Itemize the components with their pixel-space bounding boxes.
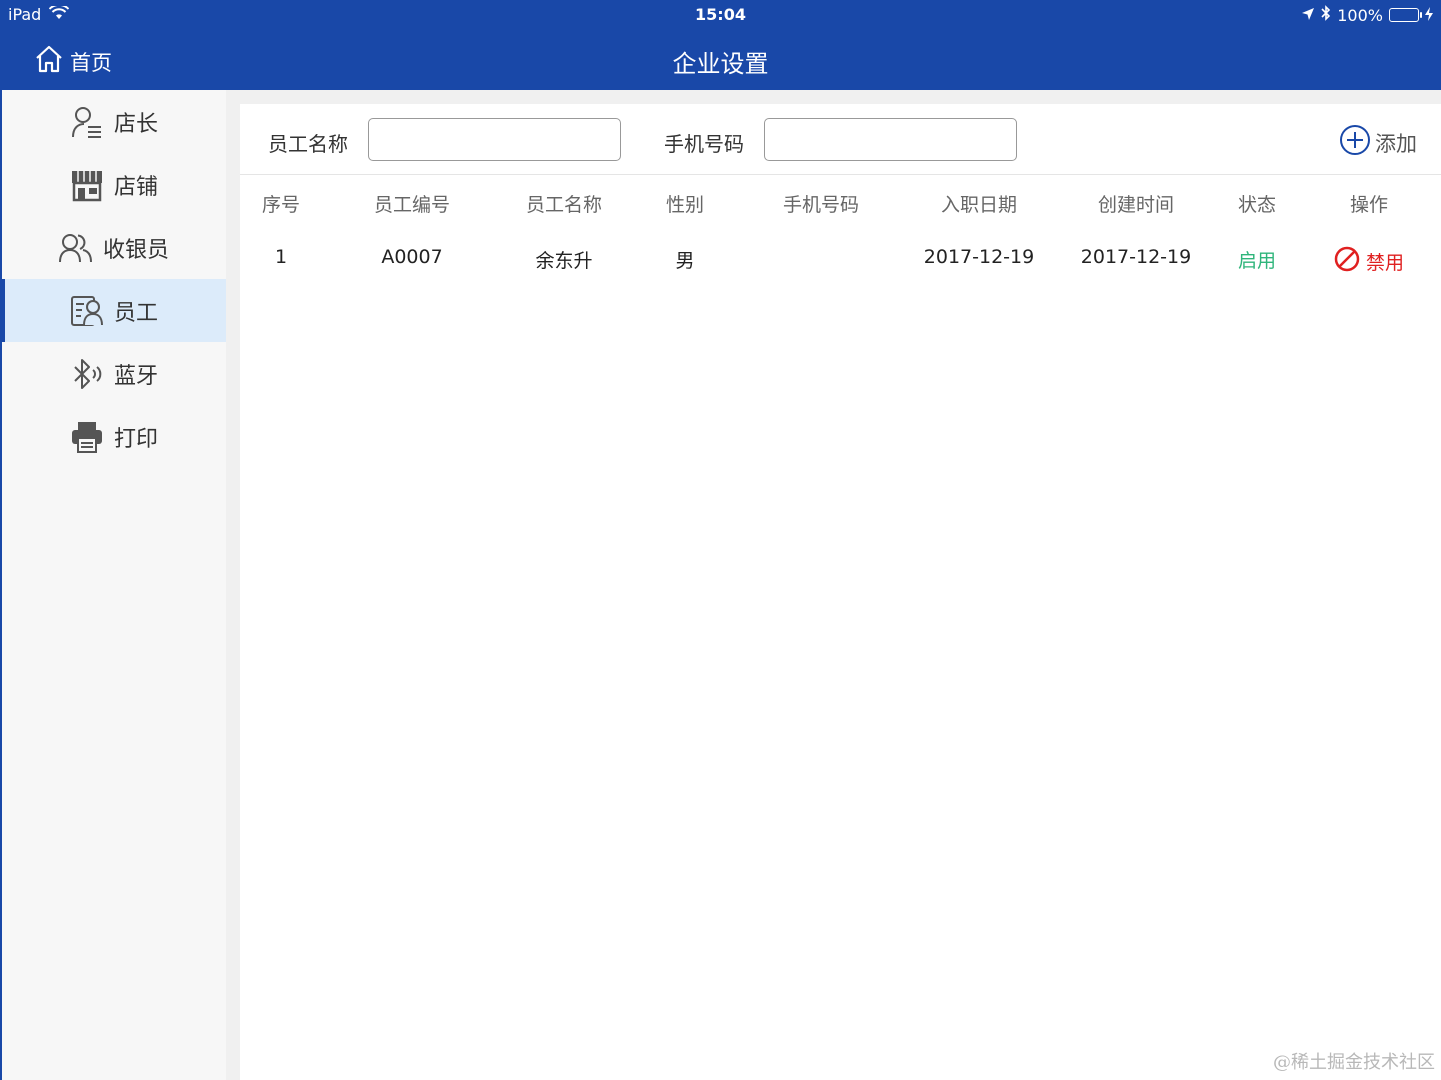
cell-name: 余东升 xyxy=(535,250,593,272)
col-status-header: 状态 xyxy=(1237,194,1277,216)
bluetooth-status-icon xyxy=(1321,5,1331,25)
sidebar-item-label: 蓝牙 xyxy=(113,363,158,389)
plus-circle-icon xyxy=(1339,124,1371,161)
bluetooth-icon xyxy=(70,357,104,391)
status-bar: iPad 15:04 100% xyxy=(0,0,1441,30)
page-title: 企业设置 xyxy=(672,50,769,78)
home-label: 首页 xyxy=(70,50,112,75)
charging-icon xyxy=(1425,6,1433,25)
sidebar-item-print[interactable]: 打印 xyxy=(2,405,226,468)
col-phone-header: 手机号码 xyxy=(782,194,860,216)
app-header: iPad 15:04 100% 首页 企业设置 xyxy=(0,0,1441,90)
phone-filter-label: 手机号码 xyxy=(664,132,744,156)
cell-index: 1 xyxy=(274,246,288,268)
status-time: 15:04 xyxy=(695,5,746,24)
home-button[interactable]: 首页 xyxy=(34,44,112,79)
sidebar-item-store[interactable]: 店铺 xyxy=(2,153,226,216)
status-badge: 启用 xyxy=(1237,250,1277,272)
sidebar-item-label: 收银员 xyxy=(102,237,169,263)
main-panel: 员工名称 手机号码 添加 序号 员工编号 员工名称 性别 手机号码 入职日期 创… xyxy=(240,104,1441,1080)
add-button[interactable]: 添加 xyxy=(1339,124,1417,161)
printer-icon xyxy=(70,420,104,454)
cell-gender: 男 xyxy=(675,250,695,272)
add-label: 添加 xyxy=(1375,131,1417,156)
table-divider xyxy=(240,174,1441,175)
sidebar-item-manager[interactable]: 店长 xyxy=(2,90,226,153)
col-hire-date-header: 入职日期 xyxy=(940,194,1018,216)
battery-icon xyxy=(1389,8,1422,22)
phone-input[interactable] xyxy=(764,118,1017,161)
col-action-header: 操作 xyxy=(1349,194,1389,216)
user-list-icon xyxy=(70,105,104,139)
col-code-header: 员工编号 xyxy=(373,194,451,216)
users-icon xyxy=(58,231,93,265)
disable-button[interactable]: 禁用 xyxy=(1334,246,1404,277)
battery-percent: 100% xyxy=(1337,5,1383,25)
disable-label: 禁用 xyxy=(1365,252,1405,274)
ban-icon xyxy=(1334,246,1360,277)
watermark: @稀土掘金技术社区 xyxy=(1273,1052,1435,1073)
sidebar-item-label: 员工 xyxy=(113,300,158,326)
sidebar-item-employee[interactable]: 员工 xyxy=(0,279,226,342)
sidebar-item-cashier[interactable]: 收银员 xyxy=(2,216,226,279)
sidebar-item-label: 店铺 xyxy=(113,174,158,200)
sidebar: 店长 店铺 收银员 员工 蓝牙 打印 xyxy=(0,90,226,1080)
status-right: 100% xyxy=(1301,5,1433,25)
col-gender-header: 性别 xyxy=(665,194,705,216)
cell-created: 2017-12-19 xyxy=(1080,246,1192,268)
cell-hire-date: 2017-12-19 xyxy=(923,246,1035,268)
col-name-header: 员工名称 xyxy=(525,194,603,216)
cell-code: A0007 xyxy=(381,246,443,268)
home-icon xyxy=(34,44,64,79)
employee-card-icon xyxy=(70,294,104,328)
store-icon xyxy=(70,168,104,202)
sidebar-item-bluetooth[interactable]: 蓝牙 xyxy=(2,342,226,405)
col-index-header: 序号 xyxy=(261,194,301,216)
employee-name-input[interactable] xyxy=(368,118,621,161)
sidebar-item-label: 打印 xyxy=(113,426,158,452)
location-icon xyxy=(1301,6,1315,25)
sidebar-item-label: 店长 xyxy=(113,111,158,137)
col-created-header: 创建时间 xyxy=(1097,194,1175,216)
name-filter-label: 员工名称 xyxy=(268,132,348,156)
